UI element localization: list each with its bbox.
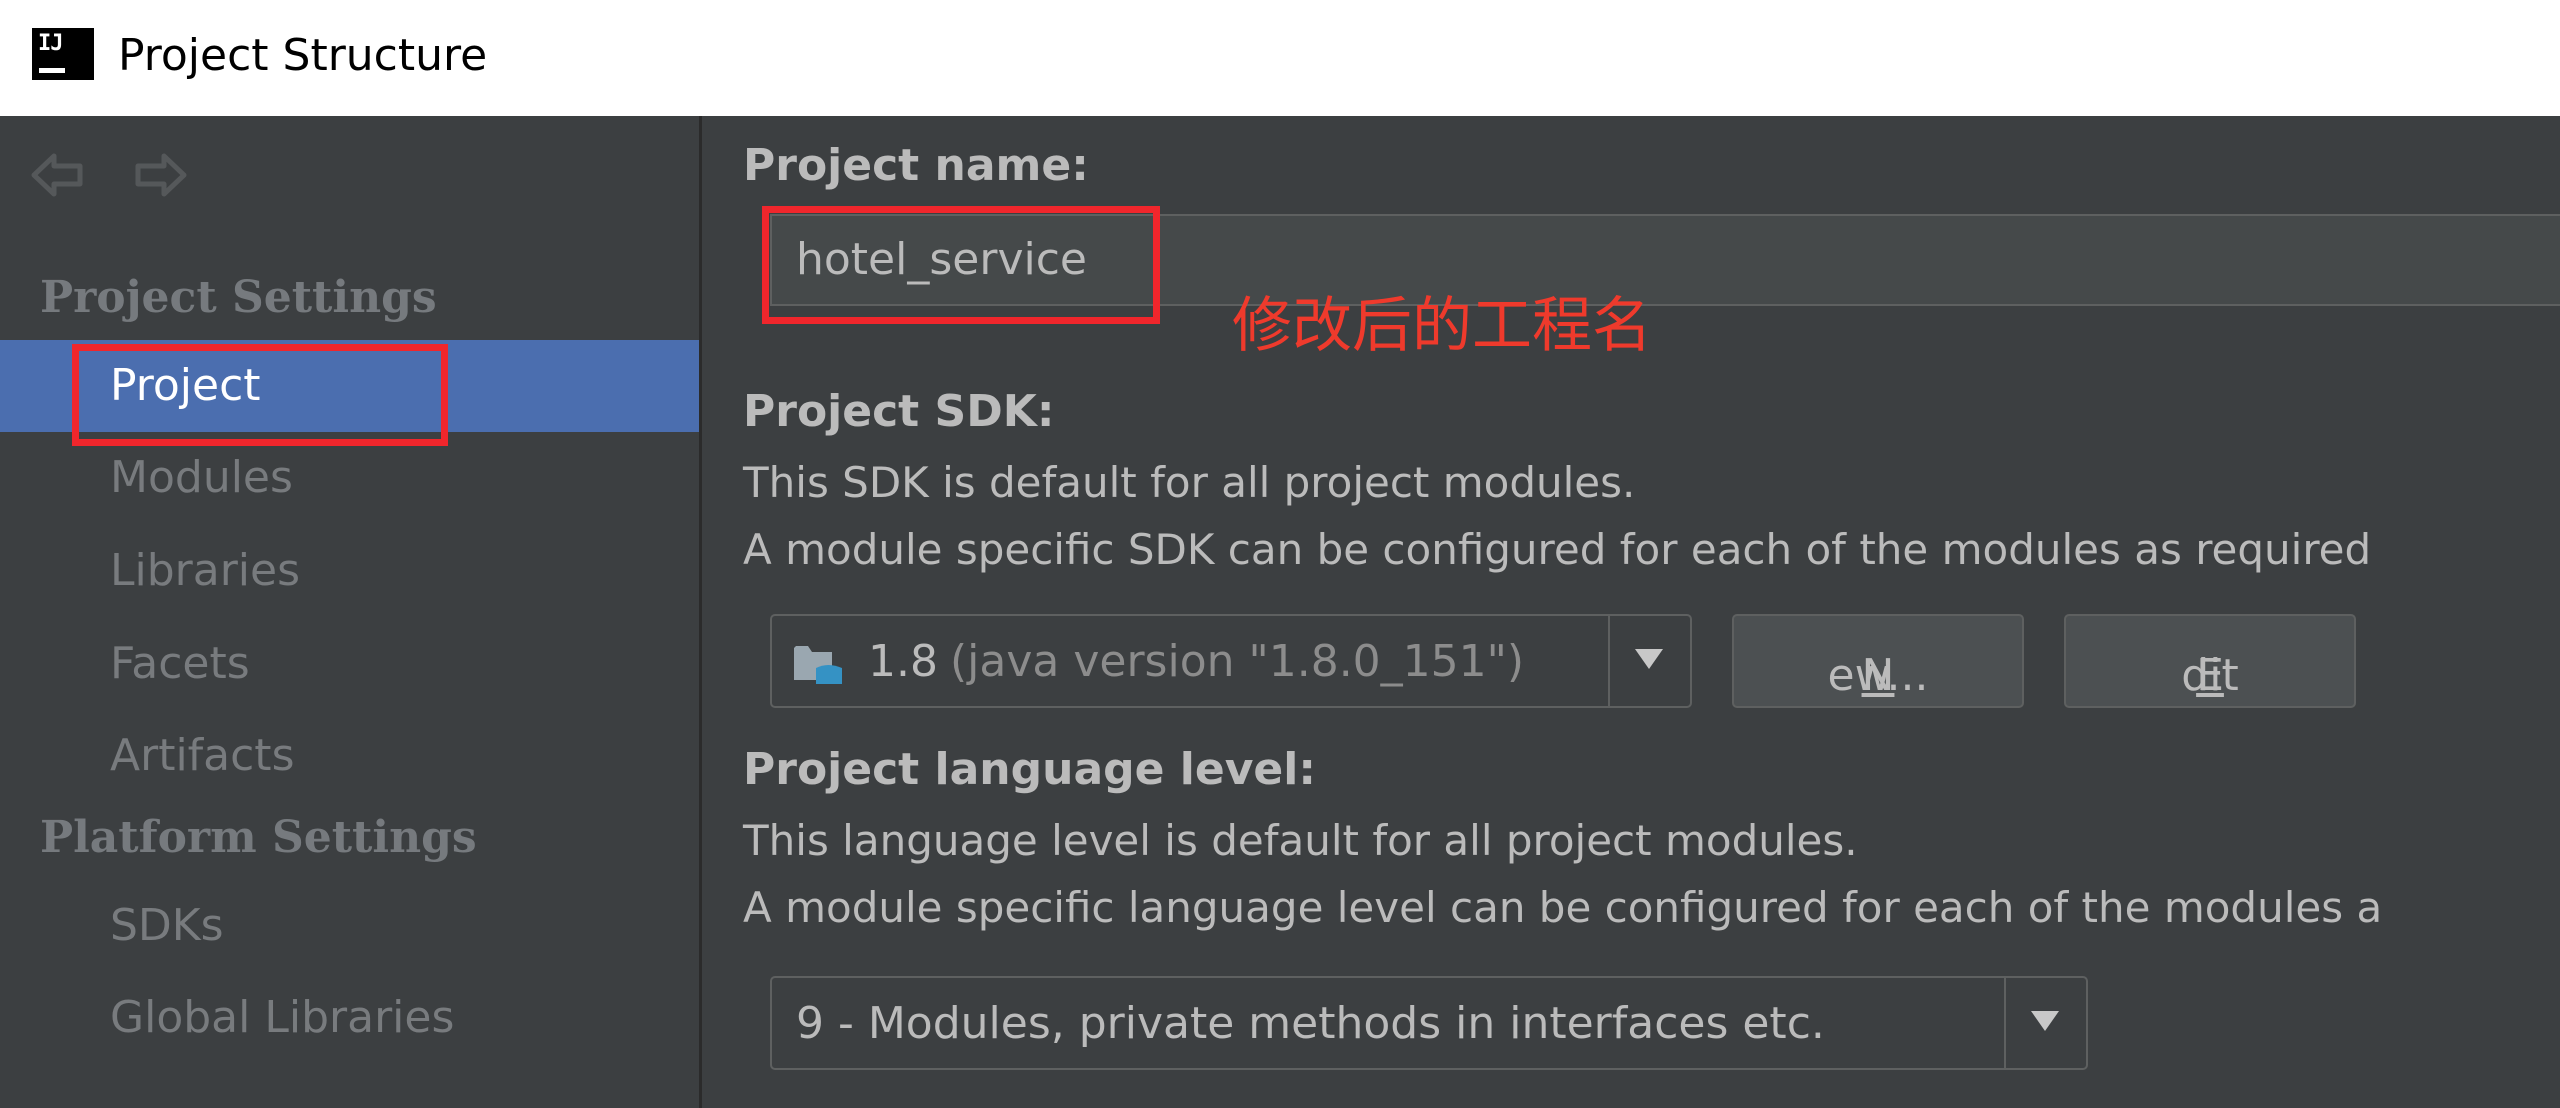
combo-separator bbox=[2004, 978, 2006, 1068]
new-sdk-button[interactable]: New... bbox=[1732, 614, 2024, 708]
intellij-logo-icon: IJ bbox=[32, 28, 94, 80]
edit-sdk-button[interactable]: Edit bbox=[2064, 614, 2356, 708]
annotation-highlight-project bbox=[72, 344, 448, 446]
sidebar-item-label: Libraries bbox=[110, 545, 301, 596]
sdk-version: 1.8 bbox=[868, 636, 938, 687]
forward-arrow-icon[interactable] bbox=[132, 150, 188, 200]
language-level-label: Project language level: bbox=[743, 744, 1316, 795]
annotation-text: 修改后的工程名 bbox=[1232, 291, 1652, 361]
sidebar-item-artifacts[interactable]: Artifacts bbox=[0, 710, 699, 802]
title-bar: IJ Project Structure bbox=[0, 0, 2560, 116]
chevron-down-icon[interactable] bbox=[1635, 649, 1663, 669]
sdk-description-2: A module specific SDK can be configured … bbox=[743, 525, 2372, 574]
annotation-highlight-name bbox=[762, 206, 1160, 324]
sidebar-item-global-libraries[interactable]: Global Libraries bbox=[0, 972, 699, 1064]
sidebar-item-label: Global Libraries bbox=[110, 992, 455, 1043]
language-level-combo[interactable]: 9 - Modules, private methods in interfac… bbox=[770, 976, 2088, 1070]
sidebar-item-label: SDKs bbox=[110, 900, 224, 951]
sidebar-item-facets[interactable]: Facets bbox=[0, 618, 699, 710]
combo-separator bbox=[1608, 616, 1610, 706]
sidebar-item-label: Facets bbox=[110, 638, 250, 689]
back-arrow-icon[interactable] bbox=[30, 150, 86, 200]
sidebar-item-label: Artifacts bbox=[110, 730, 295, 781]
sdk-description-1: This SDK is default for all project modu… bbox=[743, 458, 1636, 507]
window-title: Project Structure bbox=[118, 30, 488, 81]
project-sdk-label: Project SDK: bbox=[743, 386, 1055, 437]
language-description-1: This language level is default for all p… bbox=[743, 816, 1858, 865]
project-name-label: Project name: bbox=[743, 140, 1089, 191]
project-settings-heading: Project Settings bbox=[40, 272, 437, 323]
language-description-2: A module specific language level can be … bbox=[743, 883, 2383, 932]
folder-icon bbox=[794, 646, 842, 684]
sidebar-item-sdks[interactable]: SDKs bbox=[0, 880, 699, 972]
sidebar-item-libraries[interactable]: Libraries bbox=[0, 525, 699, 617]
sdk-combo[interactable]: 1.8 (java version "1.8.0_151") bbox=[770, 614, 1692, 708]
sidebar-item-label: Modules bbox=[110, 452, 293, 503]
sdk-version-detail: (java version "1.8.0_151") bbox=[950, 636, 1525, 687]
language-level-value: 9 - Modules, private methods in interfac… bbox=[796, 998, 1825, 1049]
platform-settings-heading: Platform Settings bbox=[40, 812, 477, 863]
chevron-down-icon[interactable] bbox=[2031, 1011, 2059, 1031]
